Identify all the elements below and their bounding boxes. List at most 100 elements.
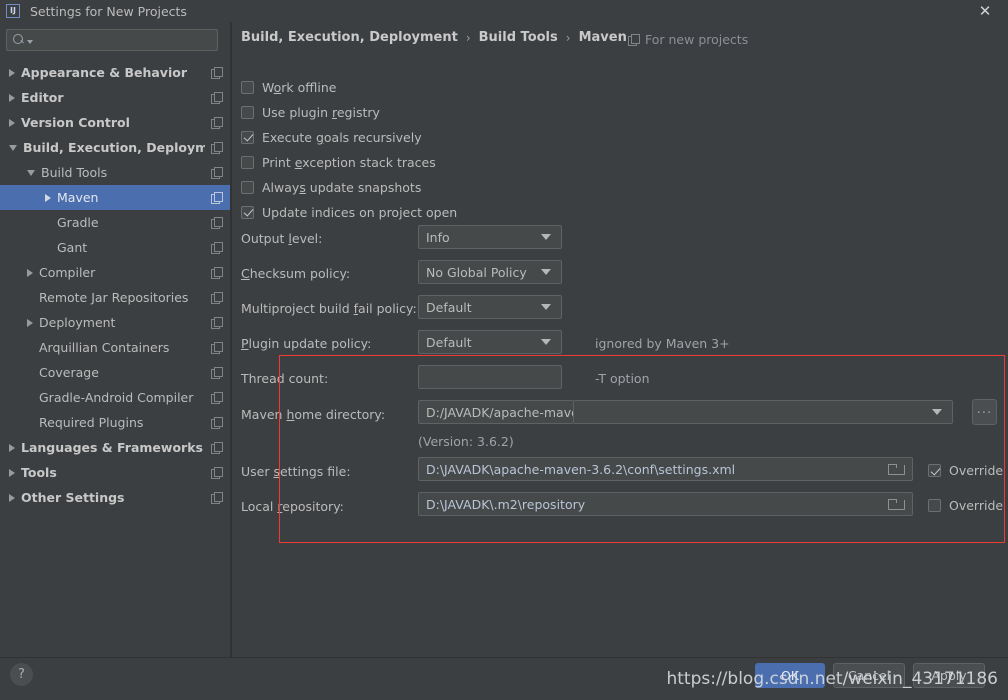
plugin-update-policy-dropdown[interactable]: Default <box>418 330 562 354</box>
chevron-down-icon <box>541 339 551 345</box>
checkbox-print-exception-stack-traces[interactable]: Print exception stack traces <box>241 153 436 171</box>
apply-button[interactable]: Apply <box>913 663 985 688</box>
copy-icon[interactable] <box>211 142 223 154</box>
sidebar-item-version-control[interactable]: Version Control <box>0 110 230 135</box>
copy-icon[interactable] <box>211 267 223 279</box>
local-repository-override-checkbox[interactable]: Override <box>928 498 1003 513</box>
maven-home-combo-input[interactable]: D:/JAVADK/apache-maven-3.6.2 <box>418 400 573 424</box>
chevron-right-icon[interactable] <box>9 68 15 77</box>
help-button[interactable]: ? <box>10 663 33 686</box>
checkbox-label: Use plugin registry <box>262 104 380 120</box>
chevron-down-icon <box>932 409 942 415</box>
sidebar-item-gradle[interactable]: Gradle <box>0 210 230 235</box>
folder-icon[interactable] <box>888 498 905 510</box>
checkbox-box <box>241 205 254 219</box>
sidebar-item-gradle-android-compiler[interactable]: Gradle-Android Compiler <box>0 385 230 410</box>
chevron-right-icon[interactable] <box>9 93 15 102</box>
local-repository-value: D:\JAVADK\.m2\repository <box>426 496 586 512</box>
breadcrumb-separator: › <box>565 30 571 45</box>
sidebar-item-remote-jar-repositories[interactable]: Remote Jar Repositories <box>0 285 230 310</box>
output-level-dropdown[interactable]: Info <box>418 225 562 249</box>
sidebar-item-other-settings[interactable]: Other Settings <box>0 485 230 510</box>
chevron-down-icon <box>541 304 551 310</box>
copy-icon[interactable] <box>211 117 223 129</box>
copy-icon[interactable] <box>211 92 223 104</box>
user-settings-override-label: Override <box>949 463 1004 478</box>
sidebar-item-label: Languages & Frameworks <box>21 440 203 455</box>
sidebar-item-label: Editor <box>21 90 64 105</box>
chevron-right-icon[interactable] <box>27 268 33 277</box>
user-settings-override-checkbox[interactable]: Override <box>928 463 1003 478</box>
breadcrumb-part[interactable]: Build, Execution, Deployment <box>241 30 458 45</box>
sidebar-item-deployment[interactable]: Deployment <box>0 310 230 335</box>
sidebar-item-compiler[interactable]: Compiler <box>0 260 230 285</box>
checkbox-work-offline[interactable]: Work offline <box>241 78 336 96</box>
chevron-right-icon[interactable] <box>9 118 15 127</box>
copy-icon[interactable] <box>211 242 223 254</box>
chevron-right-icon[interactable] <box>9 468 15 477</box>
sidebar-item-label: Gant <box>57 240 88 255</box>
checkbox-always-update-snapshots[interactable]: Always update snapshots <box>241 178 421 196</box>
copy-icon[interactable] <box>211 417 223 429</box>
chevron-down-icon[interactable] <box>9 144 17 151</box>
sidebar-item-editor[interactable]: Editor <box>0 85 230 110</box>
sidebar-item-required-plugins[interactable]: Required Plugins <box>0 410 230 435</box>
copy-icon[interactable] <box>211 192 223 204</box>
chevron-down-icon[interactable] <box>27 169 35 176</box>
copy-icon[interactable] <box>211 342 223 354</box>
ok-button[interactable]: OK <box>755 663 825 688</box>
sidebar-item-label: Version Control <box>21 115 130 130</box>
checkbox-box <box>928 464 941 477</box>
copy-icon[interactable] <box>211 442 223 454</box>
sidebar-item-label: Build, Execution, Deployment <box>23 140 205 155</box>
copy-icon[interactable] <box>211 492 223 504</box>
copy-icon[interactable] <box>211 67 223 79</box>
chevron-right-icon[interactable] <box>27 318 33 327</box>
sidebar-item-appearance-behavior[interactable]: Appearance & Behavior <box>0 60 230 85</box>
folder-icon[interactable] <box>888 463 905 475</box>
sidebar-item-label: Appearance & Behavior <box>21 65 187 80</box>
breadcrumb: Build, Execution, Deployment › Build Tools… <box>241 30 627 45</box>
copy-icon[interactable] <box>211 292 223 304</box>
thread-count-label: Thread count: <box>241 371 329 386</box>
sidebar-item-languages-frameworks[interactable]: Languages & Frameworks <box>0 435 230 460</box>
sidebar-item-coverage[interactable]: Coverage <box>0 360 230 385</box>
search-input[interactable] <box>33 31 217 49</box>
user-settings-file-input[interactable]: D:\JAVADK\apache-maven-3.6.2\conf\settin… <box>418 457 913 481</box>
copy-icon[interactable] <box>211 167 223 179</box>
copy-icon[interactable] <box>211 317 223 329</box>
chevron-right-icon[interactable] <box>9 493 15 502</box>
search-field[interactable] <box>6 29 218 51</box>
copy-icon[interactable] <box>211 467 223 479</box>
copy-icon[interactable] <box>211 367 223 379</box>
sidebar-item-build-tools[interactable]: Build Tools <box>0 160 230 185</box>
chevron-right-icon[interactable] <box>45 193 51 202</box>
maven-version-note: (Version: 3.6.2) <box>418 434 514 449</box>
checkbox-use-plugin-registry[interactable]: Use plugin registry <box>241 103 380 121</box>
browse-maven-home-button[interactable]: ... <box>972 399 997 425</box>
copy-icon[interactable] <box>211 392 223 404</box>
checkbox-update-indices-on-project-open[interactable]: Update indices on project open <box>241 203 457 221</box>
sidebar-item-tools[interactable]: Tools <box>0 460 230 485</box>
copy-icon[interactable] <box>211 217 223 229</box>
chevron-right-icon[interactable] <box>9 443 15 452</box>
sidebar-item-arquillian-containers[interactable]: Arquillian Containers <box>0 335 230 360</box>
breadcrumb-part[interactable]: Build Tools <box>479 30 558 45</box>
close-icon[interactable]: ✕ <box>962 0 1008 22</box>
output-level-value: Info <box>426 229 450 245</box>
checksum-policy-dropdown[interactable]: No Global Policy <box>418 260 562 284</box>
multiproject-build-fail-policy-dropdown[interactable]: Default <box>418 295 562 319</box>
thread-count-input[interactable] <box>418 365 562 389</box>
sidebar-item-build-execution-deployment[interactable]: Build, Execution, Deployment <box>0 135 230 160</box>
local-repository-input[interactable]: D:\JAVADK\.m2\repository <box>418 492 913 516</box>
maven-home-combo-dropdown[interactable] <box>573 400 953 424</box>
cancel-button[interactable]: Cancel <box>833 663 905 688</box>
multiproject-build-fail-policy-label: Multiproject build fail policy: <box>241 301 417 316</box>
checkbox-label: Work offline <box>262 79 337 95</box>
sidebar-item-gant[interactable]: Gant <box>0 235 230 260</box>
sidebar-item-maven[interactable]: Maven <box>0 185 230 210</box>
checkbox-execute-goals-recursively[interactable]: Execute goals recursively <box>241 128 422 146</box>
